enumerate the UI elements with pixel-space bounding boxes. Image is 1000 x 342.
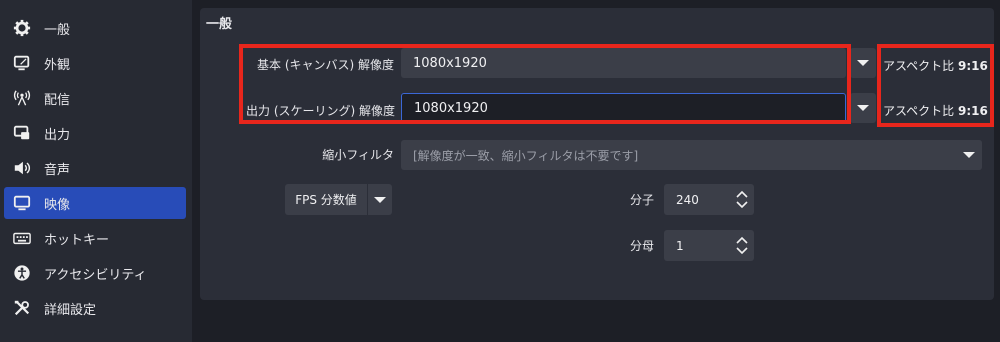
sidebar-item-audio[interactable]: 音声 [4, 152, 186, 184]
accessibility-icon [12, 263, 32, 283]
gear-icon [12, 18, 32, 38]
fps-type-dropdown-button[interactable] [368, 196, 392, 203]
chevron-down-icon[interactable] [736, 247, 748, 255]
speaker-icon [12, 158, 32, 178]
keyboard-icon [12, 228, 32, 248]
sidebar-item-output[interactable]: 出力 [4, 117, 186, 149]
denominator-stepper[interactable] [730, 230, 754, 261]
chevron-down-icon [374, 196, 386, 203]
broadcast-icon [12, 88, 32, 108]
downscale-filter-select[interactable]: [解像度が一致、縮小フィルタは不要です] [401, 140, 982, 170]
panel-title: 一般 [206, 17, 233, 32]
sidebar-item-label: 映像 [44, 197, 71, 213]
chevron-down-icon [963, 152, 975, 158]
numerator-stepper[interactable] [730, 184, 754, 215]
sidebar-item-label: 音声 [44, 162, 71, 178]
sidebar-item-video[interactable]: 映像 [4, 187, 186, 219]
sidebar: 一般 外観 配信 出力 音声 映像 ホットキー アクセシビリティ 詳細設定 [0, 0, 192, 342]
sidebar-item-stream[interactable]: 配信 [4, 82, 186, 114]
sidebar-item-accessibility[interactable]: アクセシビリティ [4, 257, 186, 289]
highlight-box-aspect-ratio [877, 44, 994, 127]
denominator-label: 分母 [629, 239, 654, 253]
numerator-spinbox[interactable]: 240 [664, 184, 754, 215]
sidebar-item-hotkeys[interactable]: ホットキー [4, 222, 186, 254]
sidebar-item-label: 外観 [44, 57, 71, 73]
numerator-value: 240 [676, 192, 699, 207]
sidebar-item-label: 出力 [44, 127, 71, 143]
fps-type-label: FPS 分数値 [295, 193, 357, 207]
denominator-value: 1 [676, 238, 684, 253]
chevron-up-icon[interactable] [736, 236, 748, 244]
monitor-icon [12, 193, 32, 213]
sidebar-item-label: 配信 [44, 92, 71, 108]
base-resolution-dropdown-button[interactable] [850, 48, 876, 78]
chevron-up-icon[interactable] [736, 190, 748, 198]
sidebar-item-general[interactable]: 一般 [4, 12, 186, 44]
fps-type-select[interactable]: FPS 分数値 [285, 184, 392, 215]
sidebar-item-advanced[interactable]: 詳細設定 [4, 292, 186, 324]
chevron-down-icon [857, 60, 869, 66]
appearance-icon [12, 53, 32, 73]
sidebar-item-label: 詳細設定 [44, 302, 97, 318]
output-icon [12, 123, 32, 143]
chevron-down-icon [857, 105, 869, 111]
sidebar-item-label: ホットキー [44, 232, 110, 248]
settings-window: 一般 外観 配信 出力 音声 映像 ホットキー アクセシビリティ 詳細設定 一般… [0, 0, 1000, 342]
highlight-box-resolution [239, 44, 851, 124]
downscale-filter-dropdown-button[interactable] [956, 140, 982, 170]
sidebar-item-label: アクセシビリティ [44, 267, 147, 283]
chevron-down-icon[interactable] [736, 201, 748, 209]
tools-icon [12, 298, 32, 318]
output-resolution-dropdown-button[interactable] [850, 93, 876, 123]
sidebar-item-label: 一般 [44, 22, 71, 38]
denominator-spinbox[interactable]: 1 [664, 230, 754, 261]
downscale-filter-label: 縮小フィルタ [322, 148, 394, 162]
numerator-label: 分子 [629, 193, 654, 207]
sidebar-item-appearance[interactable]: 外観 [4, 47, 186, 79]
